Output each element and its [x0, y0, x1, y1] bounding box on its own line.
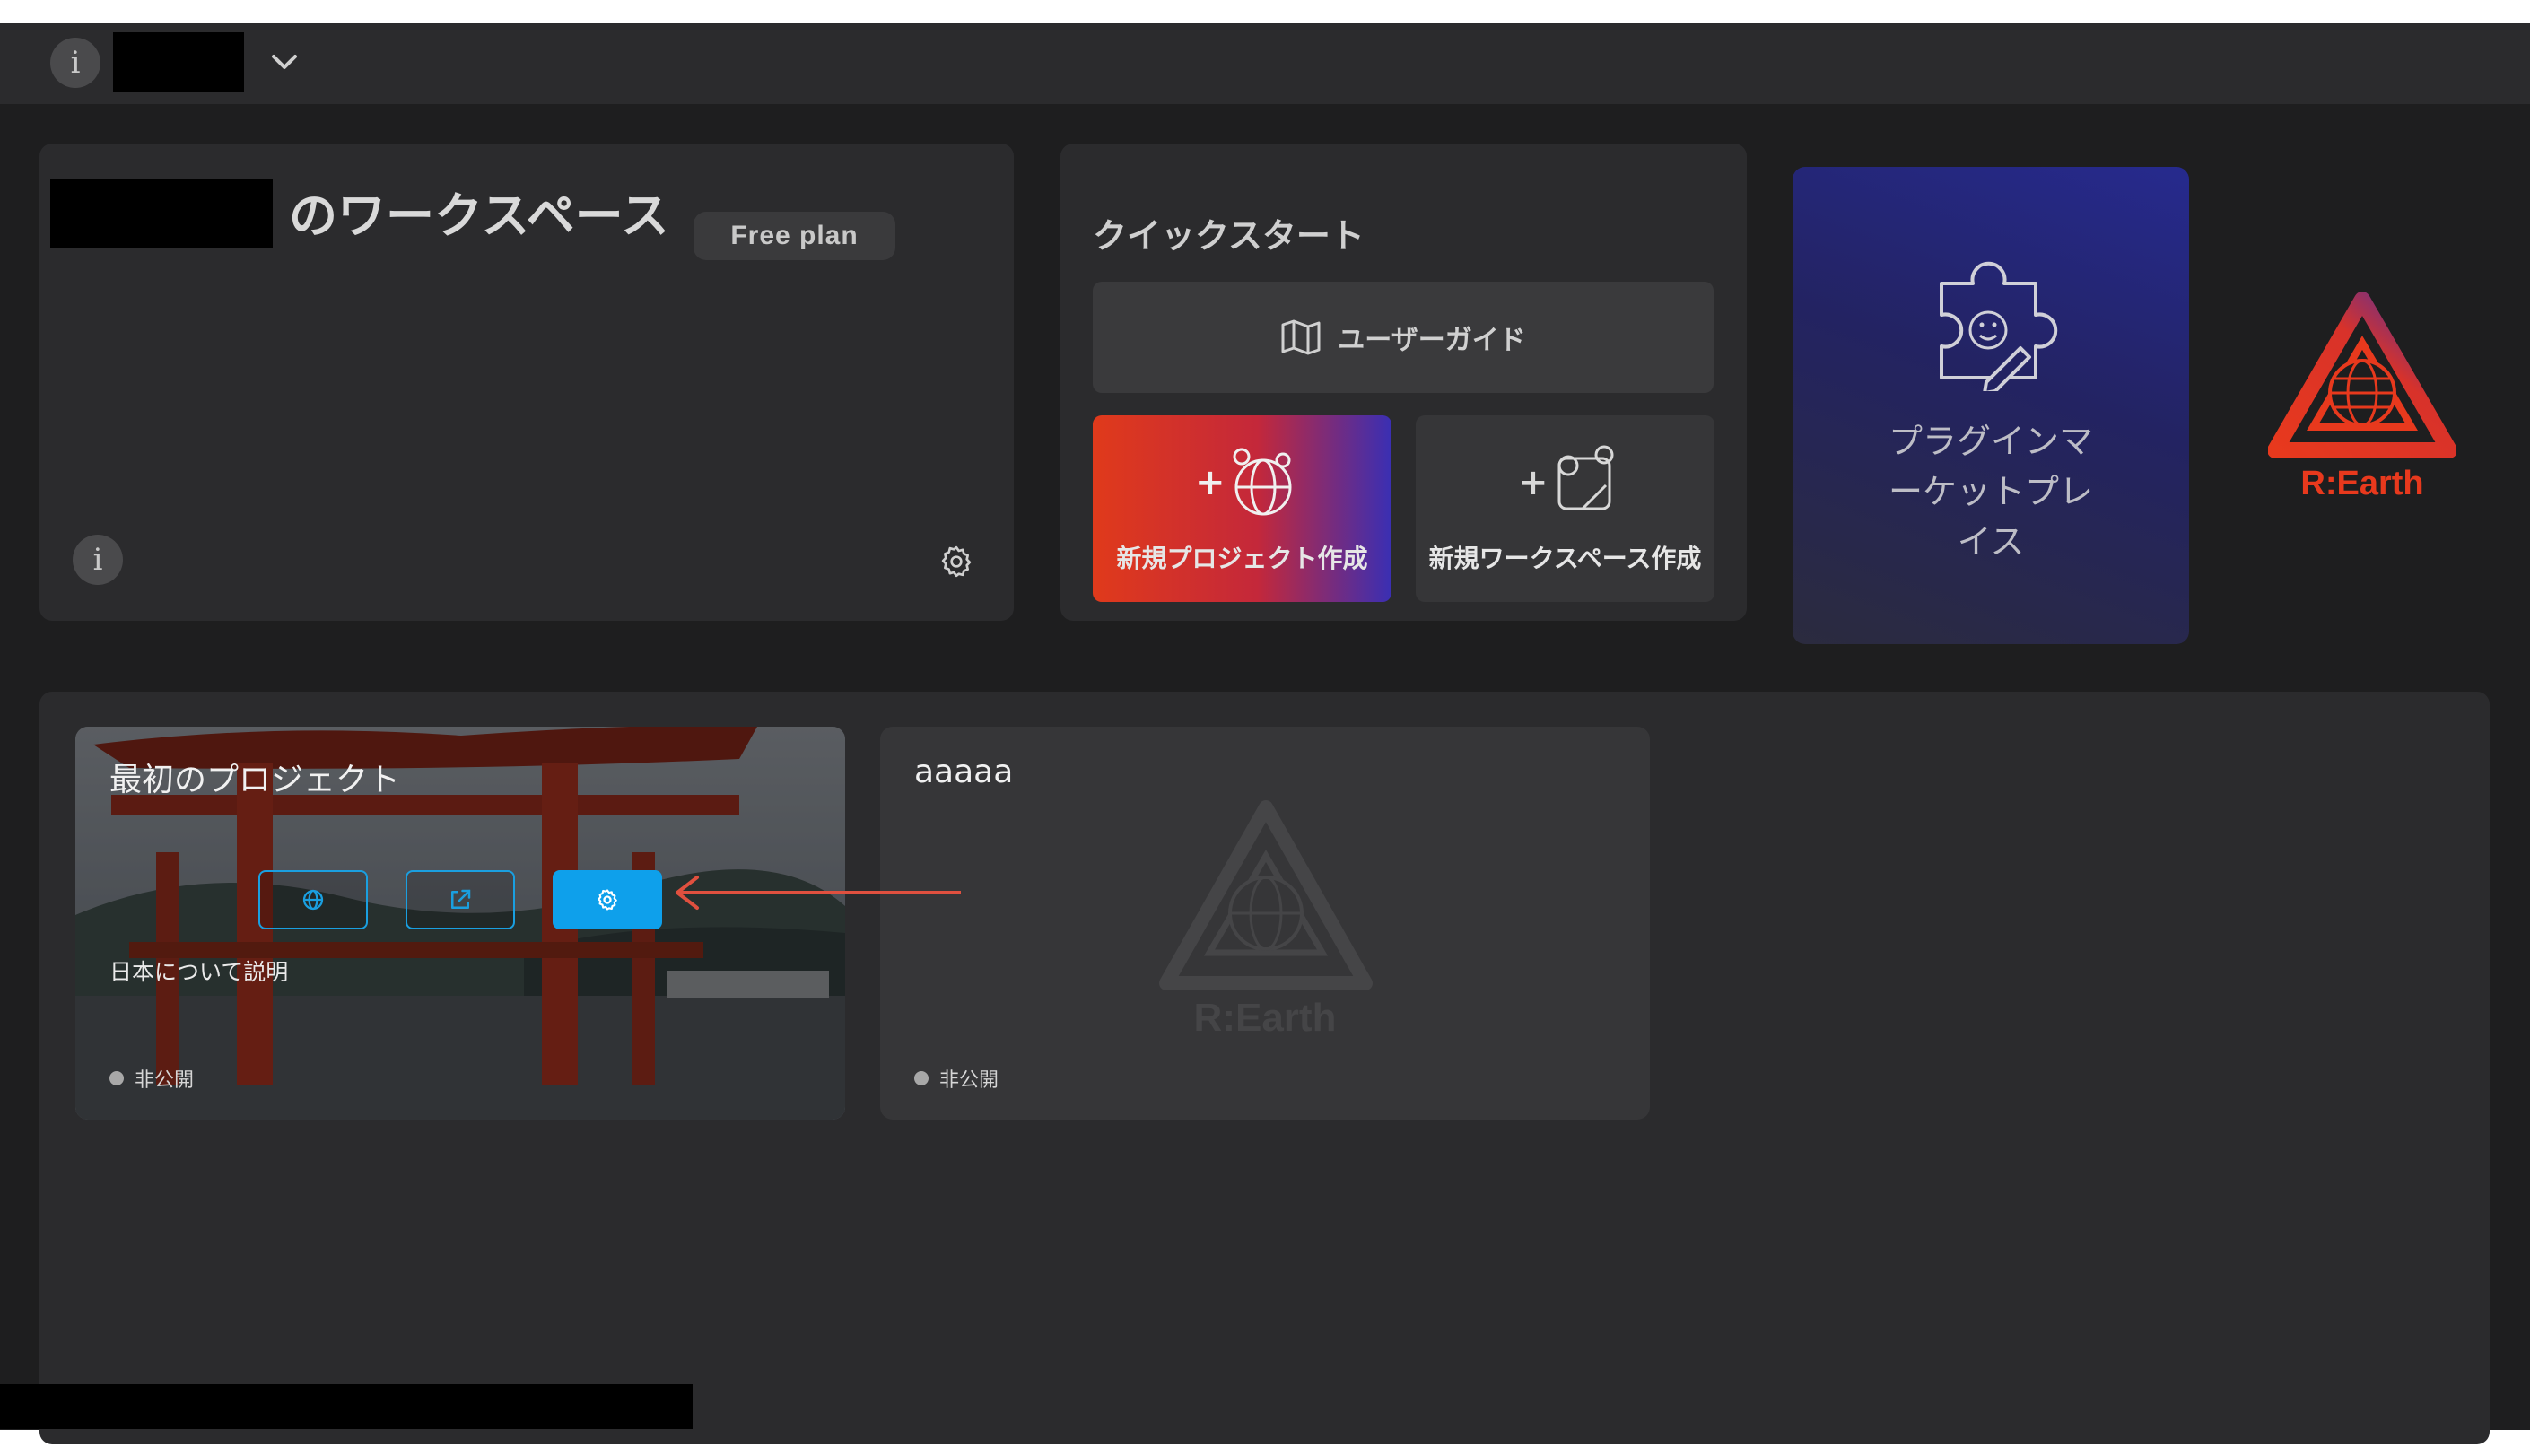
redacted-workspace-name	[113, 32, 244, 92]
user-guide-label: ユーザーガイド	[1338, 325, 1526, 356]
brand-name: R:Earth	[2300, 465, 2424, 502]
svg-text:+: +	[1195, 462, 1226, 503]
app-window: i のワークスペース Free plan i クイックスタート ユーザーガイド …	[0, 23, 2530, 1444]
annotation-arrow	[676, 876, 961, 910]
map-plus-icon: +	[1518, 445, 1614, 510]
new-workspace-button[interactable]: + 新規ワークスペース作成	[1416, 415, 1714, 602]
redacted-footer	[0, 1384, 693, 1429]
new-workspace-label: 新規ワークスペース作成	[1428, 544, 1702, 573]
external-link-icon	[451, 889, 471, 909]
plugin-marketplace-label: プラグインマ ーケットプレ イス	[1888, 422, 2093, 562]
status-dot	[914, 1071, 929, 1085]
reearth-placeholder-logo-icon	[1159, 800, 1373, 990]
project-description: 日本について説明	[109, 959, 289, 985]
project-status: 非公開	[109, 1064, 194, 1093]
project-settings-button[interactable]	[553, 870, 662, 929]
project-card[interactable]: 最初のプロジェクト 日本について説明 非公開	[75, 727, 845, 1120]
status-dot	[109, 1071, 124, 1085]
reearth-logo: R:Earth	[2267, 292, 2457, 517]
user-guide-button[interactable]: ユーザーガイド	[1093, 282, 1714, 393]
gear-icon	[598, 889, 617, 911]
puzzle-piece-icon	[1940, 261, 2058, 391]
workspace-title: のワークスペース	[289, 187, 669, 244]
preview-button[interactable]	[258, 870, 368, 929]
redacted-workspace-owner	[50, 179, 273, 248]
plan-badge: Free plan	[694, 212, 895, 260]
new-project-button[interactable]: + 新規プロジェクト作成	[1093, 415, 1392, 602]
placeholder-brand-name: R:Earth	[1193, 996, 1337, 1040]
project-card[interactable]: aaaaa R:Earth 非公開	[880, 727, 1650, 1120]
chevron-down-icon[interactable]	[269, 50, 300, 74]
project-title: 最初のプロジェクト	[109, 762, 401, 798]
project-status: 非公開	[914, 1064, 999, 1093]
gear-icon[interactable]	[938, 544, 974, 580]
plugin-marketplace-card[interactable]: プラグインマ ーケットプレ イス	[1793, 167, 2189, 644]
open-external-button[interactable]	[406, 870, 515, 929]
globe-icon	[302, 889, 324, 911]
new-project-label: 新規プロジェクト作成	[1116, 544, 1368, 573]
globe-plus-icon: +	[1195, 448, 1292, 516]
reearth-logo-icon	[2267, 292, 2457, 458]
quickstart-title: クイックスタート	[1093, 216, 1365, 256]
project-title: aaaaa	[914, 754, 1014, 790]
project-status-label: 非公開	[135, 1069, 195, 1092]
svg-text:+: +	[1518, 462, 1549, 503]
top-bar: i	[0, 23, 2530, 104]
map-icon	[1281, 319, 1321, 355]
workspace-avatar-icon[interactable]: i	[73, 535, 123, 585]
user-avatar-icon[interactable]: i	[50, 38, 100, 88]
project-status-label: 非公開	[939, 1069, 999, 1092]
